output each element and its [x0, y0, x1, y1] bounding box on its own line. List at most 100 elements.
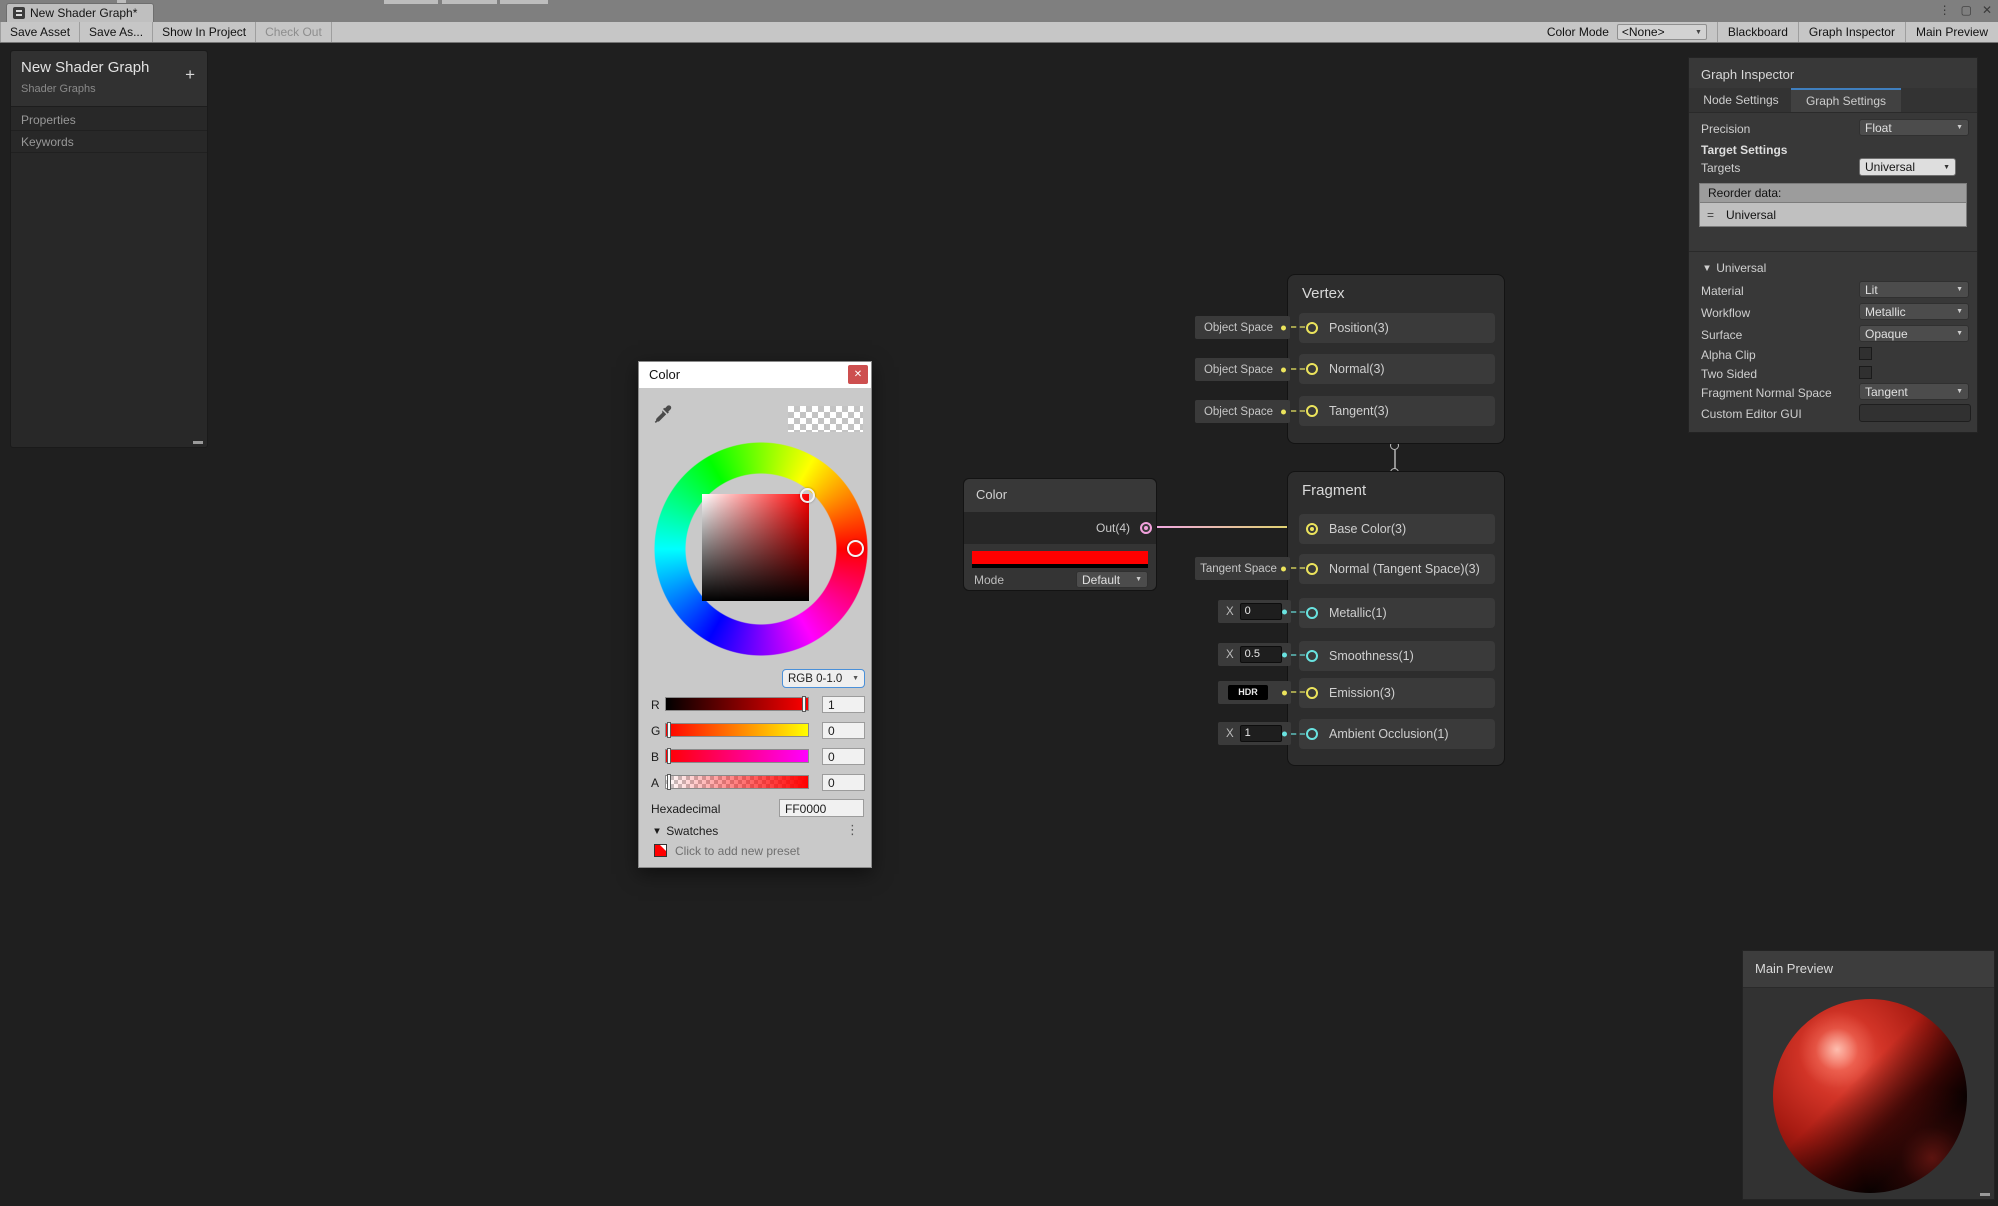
- preset-swatch-icon[interactable]: [654, 844, 667, 857]
- resize-handle[interactable]: [193, 441, 203, 444]
- chip-object-space[interactable]: Object Space: [1195, 400, 1290, 423]
- fragment-node[interactable]: Fragment Base Color(3) Normal (Tangent S…: [1287, 471, 1505, 766]
- swatches-foldout[interactable]: ▼ Swatches: [651, 824, 718, 838]
- close-icon[interactable]: ✕: [848, 365, 868, 384]
- two-sided-checkbox[interactable]: [1859, 366, 1872, 379]
- close-icon[interactable]: ✕: [1982, 3, 1992, 17]
- port-tangent-icon[interactable]: [1306, 405, 1318, 417]
- chip-metallic-input[interactable]: X 0: [1218, 600, 1291, 623]
- slider-a[interactable]: [665, 775, 809, 789]
- slider-b-value[interactable]: 0: [822, 748, 865, 765]
- color-swatch-alpha-bar: [972, 564, 1148, 568]
- blackboard-section-keywords[interactable]: Keywords: [11, 131, 207, 153]
- chip-port-dot: [1281, 566, 1286, 571]
- fragment-normal-space-dropdown[interactable]: Tangent ▼: [1859, 383, 1969, 400]
- reorder-item-universal[interactable]: = Universal: [1699, 202, 1967, 227]
- mode-dropdown[interactable]: Default ▼: [1076, 571, 1148, 588]
- slider-a-thumb[interactable]: [667, 774, 671, 790]
- metallic-value-field[interactable]: 0: [1240, 603, 1282, 620]
- chip-object-space[interactable]: Object Space: [1195, 316, 1290, 339]
- hue-cursor[interactable]: [847, 540, 864, 557]
- slider-b[interactable]: [665, 749, 809, 763]
- tab-new-shader-graph[interactable]: New Shader Graph*: [6, 3, 154, 22]
- preview-sphere[interactable]: [1773, 999, 1967, 1193]
- slider-a-value[interactable]: 0: [822, 774, 865, 791]
- chip-port-dot: [1282, 731, 1287, 736]
- slot-normal[interactable]: Normal(3): [1299, 354, 1495, 384]
- port-out-icon[interactable]: [1140, 522, 1152, 534]
- ambient-occlusion-value-field[interactable]: 1: [1240, 725, 1282, 742]
- material-dropdown[interactable]: Lit ▼: [1859, 281, 1969, 298]
- slot-emission[interactable]: Emission(3): [1299, 678, 1495, 708]
- color-mode-dropdown[interactable]: <None> ▼: [1617, 24, 1707, 40]
- vertex-node[interactable]: Vertex Position(3) Normal(3) Tangent(3): [1287, 274, 1505, 444]
- targets-dropdown[interactable]: Universal ▼: [1859, 158, 1956, 176]
- resize-handle[interactable]: [1980, 1193, 1990, 1196]
- saturation-value-box[interactable]: [702, 494, 809, 601]
- custom-editor-gui-field[interactable]: [1859, 404, 1971, 422]
- slot-smoothness[interactable]: Smoothness(1): [1299, 641, 1495, 671]
- universal-foldout[interactable]: ▼ Universal: [1701, 261, 1766, 275]
- slider-a-gradient: [666, 776, 808, 788]
- chip-smoothness-input[interactable]: X 0.5: [1218, 643, 1291, 666]
- tab-node-settings[interactable]: Node Settings: [1695, 88, 1787, 112]
- graph-inspector-toggle-button[interactable]: Graph Inspector: [1798, 22, 1905, 42]
- blackboard-toggle-button[interactable]: Blackboard: [1717, 22, 1798, 42]
- port-smoothness-icon[interactable]: [1306, 650, 1318, 662]
- chip-object-space[interactable]: Object Space: [1195, 358, 1290, 381]
- slot-tangent[interactable]: Tangent(3): [1299, 396, 1495, 426]
- hexadecimal-input[interactable]: FF0000: [779, 799, 864, 817]
- swatches-menu-icon[interactable]: ⋮: [846, 822, 859, 838]
- sv-cursor[interactable]: [800, 488, 815, 503]
- alpha-clip-checkbox[interactable]: [1859, 347, 1872, 360]
- chip-tangent-space[interactable]: Tangent Space: [1195, 557, 1290, 580]
- port-position-icon[interactable]: [1306, 322, 1318, 334]
- chip-emission-hdr[interactable]: HDR: [1218, 681, 1291, 704]
- show-in-project-button[interactable]: Show In Project: [153, 22, 256, 42]
- slider-g[interactable]: [665, 723, 809, 737]
- target-settings-heading: Target Settings: [1701, 143, 1787, 157]
- port-normal-icon[interactable]: [1306, 563, 1318, 575]
- slider-r-value[interactable]: 1: [822, 696, 865, 713]
- slot-metallic[interactable]: Metallic(1): [1299, 598, 1495, 628]
- surface-dropdown[interactable]: Opaque ▼: [1859, 325, 1969, 342]
- dialog-titlebar[interactable]: Color ✕: [639, 362, 871, 388]
- smoothness-value-field[interactable]: 0.5: [1240, 646, 1282, 663]
- color-node[interactable]: Color Out(4) Mode Default ▼: [963, 478, 1157, 591]
- blackboard-section-properties[interactable]: Properties: [11, 109, 207, 131]
- add-property-button[interactable]: +: [185, 65, 195, 85]
- blackboard-subtitle: Shader Graphs: [21, 83, 96, 95]
- color-mode-format-dropdown[interactable]: RGB 0-1.0 ▼: [782, 669, 865, 688]
- drag-handle-icon[interactable]: =: [1707, 203, 1714, 228]
- chip-ambient-occlusion-input[interactable]: X 1: [1218, 722, 1291, 745]
- save-asset-button[interactable]: Save Asset: [0, 22, 80, 42]
- edge-color-to-basecolor[interactable]: [1155, 526, 1309, 528]
- slot-ambient-occlusion[interactable]: Ambient Occlusion(1): [1299, 719, 1495, 749]
- slider-r-thumb[interactable]: [802, 696, 806, 712]
- add-preset-hint[interactable]: Click to add new preset: [675, 844, 800, 858]
- port-normal-icon[interactable]: [1306, 363, 1318, 375]
- slot-position[interactable]: Position(3): [1299, 313, 1495, 343]
- slider-g-value[interactable]: 0: [822, 722, 865, 739]
- slot-base-color[interactable]: Base Color(3): [1299, 514, 1495, 544]
- slot-normal-tangent-space[interactable]: Normal (Tangent Space)(3): [1299, 554, 1495, 584]
- hdr-color-field[interactable]: HDR: [1228, 685, 1268, 700]
- port-ambient-occlusion-icon[interactable]: [1306, 728, 1318, 740]
- main-preview-header[interactable]: Main Preview: [1743, 951, 1994, 988]
- eyedropper-icon[interactable]: [651, 404, 673, 426]
- color-swatch[interactable]: [972, 551, 1148, 564]
- save-as-button[interactable]: Save As...: [80, 22, 153, 42]
- slider-g-thumb[interactable]: [667, 722, 671, 738]
- tab-graph-settings[interactable]: Graph Settings: [1791, 88, 1901, 112]
- slider-b-thumb[interactable]: [667, 748, 671, 764]
- port-base-color-icon[interactable]: [1306, 523, 1318, 535]
- window-menu-icon[interactable]: ⋮: [1939, 3, 1951, 17]
- port-metallic-icon[interactable]: [1306, 607, 1318, 619]
- precision-dropdown[interactable]: Float ▼: [1859, 119, 1969, 136]
- main-preview-toggle-button[interactable]: Main Preview: [1905, 22, 1998, 42]
- background-tab-sliver: [384, 0, 438, 4]
- workflow-dropdown[interactable]: Metallic ▼: [1859, 303, 1969, 320]
- port-emission-icon[interactable]: [1306, 687, 1318, 699]
- maximize-icon[interactable]: ▢: [1961, 3, 1972, 17]
- slider-r[interactable]: [665, 697, 809, 711]
